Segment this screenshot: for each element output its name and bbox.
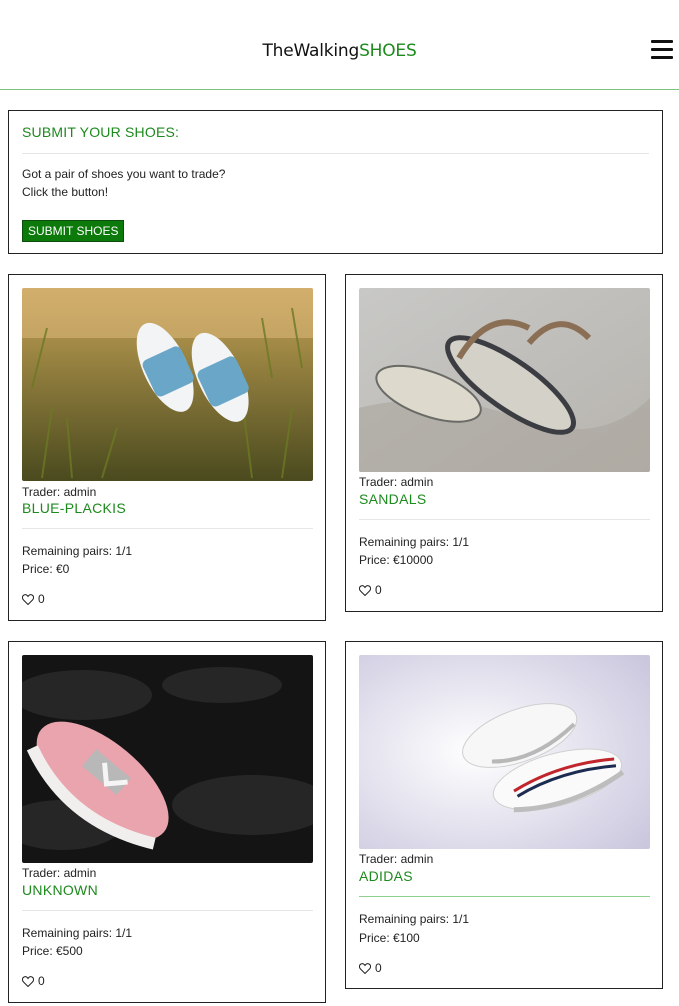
submit-title: SUBMIT YOUR SHOES:	[22, 124, 180, 140]
shoe-name[interactable]: UNKNOWN	[22, 882, 98, 898]
brand-logo[interactable]: TheWalkingSHOES	[0, 41, 679, 61]
hamburger-menu-icon[interactable]	[651, 40, 673, 60]
shoe-name[interactable]: BLUE-PLACKIS	[22, 500, 126, 516]
shoe-card: Trader: admin ADIDAS Remaining pairs: 1/…	[345, 641, 663, 989]
trader-label: Trader: admin	[22, 485, 97, 499]
shoe-image[interactable]	[22, 655, 313, 863]
like-count: 0	[375, 583, 382, 597]
submit-text-line2: Click the button!	[22, 185, 109, 199]
like-button[interactable]: 0	[22, 592, 45, 606]
trader-label: Trader: admin	[359, 475, 434, 489]
submit-shoes-button[interactable]: SUBMIT SHOES	[22, 220, 125, 242]
divider	[22, 528, 313, 529]
like-button[interactable]: 0	[22, 974, 45, 988]
like-count: 0	[38, 592, 45, 606]
shoe-name[interactable]: ADIDAS	[359, 868, 413, 884]
shoe-card: Trader: admin UNKNOWN Remaining pairs: 1…	[8, 641, 326, 1003]
remaining-pairs: Remaining pairs: 1/1	[359, 535, 470, 549]
price: Price: €100	[359, 931, 420, 945]
brand-accent: SHOES	[359, 41, 417, 61]
brand-main: TheWalking	[262, 41, 360, 61]
heart-icon	[22, 593, 34, 605]
shoe-name[interactable]: SANDALS	[359, 491, 426, 507]
submit-text-line1: Got a pair of shoes you want to trade?	[22, 167, 226, 181]
divider	[359, 519, 650, 520]
shoe-card: Trader: admin BLUE-PLACKIS Remaining pai…	[8, 274, 326, 621]
remaining-pairs: Remaining pairs: 1/1	[22, 544, 133, 558]
shoe-card: Trader: admin SANDALS Remaining pairs: 1…	[345, 274, 663, 612]
heart-icon	[359, 962, 371, 974]
divider	[359, 896, 650, 897]
heart-icon	[359, 584, 371, 596]
shoe-image[interactable]	[22, 288, 313, 481]
like-count: 0	[38, 974, 45, 988]
heart-icon	[22, 975, 34, 987]
trader-label: Trader: admin	[22, 866, 97, 880]
remaining-pairs: Remaining pairs: 1/1	[22, 926, 133, 940]
remaining-pairs: Remaining pairs: 1/1	[359, 912, 470, 926]
price: Price: €500	[22, 944, 83, 958]
site-header: TheWalkingSHOES	[0, 0, 679, 90]
divider	[22, 153, 649, 154]
trader-label: Trader: admin	[359, 852, 434, 866]
like-button[interactable]: 0	[359, 961, 382, 975]
shoe-image[interactable]	[359, 655, 650, 849]
divider	[22, 910, 313, 911]
like-button[interactable]: 0	[359, 583, 382, 597]
price: Price: €0	[22, 562, 70, 576]
like-count: 0	[375, 961, 382, 975]
price: Price: €10000	[359, 553, 434, 567]
submit-panel: SUBMIT YOUR SHOES: Got a pair of shoes y…	[8, 110, 663, 254]
shoe-image[interactable]	[359, 288, 650, 472]
